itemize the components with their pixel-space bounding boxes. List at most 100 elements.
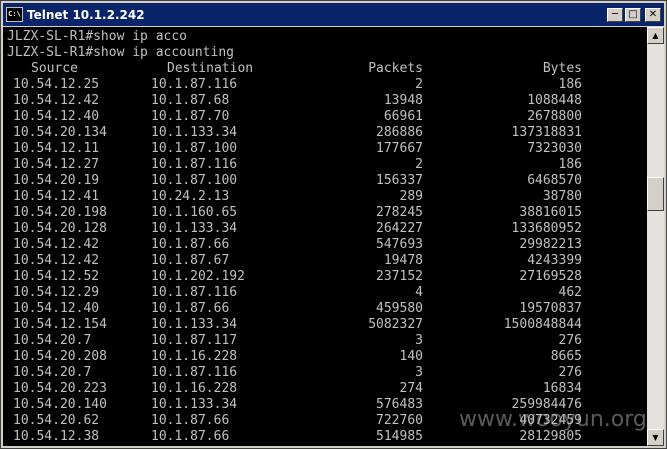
packets-cell: 547693 xyxy=(376,237,423,252)
source-cell: 10.54.20.19 xyxy=(13,173,100,188)
bytes-cell: 2678800 xyxy=(527,109,582,124)
destination-cell: 10.1.87.116 xyxy=(151,285,238,300)
bytes-cell: 8665 xyxy=(550,349,582,364)
source-cell: 10.54.20.7 xyxy=(13,333,92,348)
destination-cell: 10.1.160.65 xyxy=(151,205,238,220)
bytes-cell: 7323030 xyxy=(527,141,582,156)
bytes-cell: 1088448 xyxy=(527,93,582,108)
bytes-cell: 276 xyxy=(558,365,582,380)
packets-cell: 459580 xyxy=(376,301,423,316)
packets-cell: 237152 xyxy=(376,269,423,284)
bytes-cell: 29982213 xyxy=(519,237,582,252)
table-row: 10.54.20.19 10.1.87.100 156337 6468570 xyxy=(7,173,637,189)
source-cell: 10.54.12.38 xyxy=(13,429,100,444)
bytes-cell: 1500848844 xyxy=(503,317,582,332)
packets-cell: 274 xyxy=(399,381,423,396)
window-title: Telnet 10.1.2.242 xyxy=(27,7,145,22)
scroll-down-button[interactable]: ▼ xyxy=(647,429,664,446)
source-cell: 10.54.20.7 xyxy=(13,365,92,380)
console-output[interactable]: JLZX-SL-R1#show ip acco JLZX-SL-R1#show … xyxy=(3,27,647,446)
maximize-button[interactable]: □ xyxy=(625,7,641,22)
destination-cell: 10.1.87.116 xyxy=(151,365,238,380)
table-row: 10.54.20.208 10.1.16.228 140 8665 xyxy=(7,349,637,365)
scroll-down-icon: ▼ xyxy=(652,433,659,442)
watermark: www.wooyun.org xyxy=(459,407,647,432)
destination-cell: 10.1.202.192 xyxy=(151,269,245,284)
source-cell: 10.54.20.128 xyxy=(13,221,107,236)
title-bar[interactable]: C:\ Telnet 10.1.2.242 ─ □ ✕ xyxy=(3,3,664,26)
source-cell: 10.54.12.52 xyxy=(13,269,100,284)
close-button[interactable]: ✕ xyxy=(645,7,661,22)
source-cell: 10.54.12.42 xyxy=(13,237,100,252)
packets-cell: 264227 xyxy=(376,221,423,236)
destination-cell: 10.1.87.116 xyxy=(151,157,238,172)
source-cell: 10.54.20.208 xyxy=(13,349,107,364)
destination-cell: 10.1.87.66 xyxy=(151,301,230,316)
bytes-cell: 133680952 xyxy=(511,221,582,236)
minimize-button[interactable]: ─ xyxy=(607,7,623,22)
destination-cell: 10.1.87.117 xyxy=(151,333,238,348)
packets-cell: 722760 xyxy=(376,413,423,428)
bytes-cell: 38816015 xyxy=(519,205,582,220)
vertical-scrollbar[interactable]: ▲ ▼ xyxy=(647,27,664,446)
destination-cell: 10.1.133.34 xyxy=(151,317,238,332)
packets-cell: 140 xyxy=(399,349,423,364)
packets-cell: 3 xyxy=(415,333,423,348)
telnet-window: C:\ Telnet 10.1.2.242 ─ □ ✕ JLZX-SL-R1#s… xyxy=(0,0,667,449)
table-row: 10.54.12.29 10.1.87.116 4 462 xyxy=(7,285,637,301)
command-line: JLZX-SL-R1#show ip acco xyxy=(7,29,188,44)
command-line: JLZX-SL-R1#show ip accounting xyxy=(7,45,234,60)
source-header: Source xyxy=(31,61,78,76)
packets-cell: 177667 xyxy=(376,141,423,156)
packets-cell: 286886 xyxy=(376,125,423,140)
packets-cell: 3 xyxy=(415,365,423,380)
packets-cell: 289 xyxy=(399,189,423,204)
packets-cell: 576483 xyxy=(376,397,423,412)
table-row: 10.54.20.128 10.1.133.34 264227 133680952 xyxy=(7,221,637,237)
scroll-up-button[interactable]: ▲ xyxy=(647,27,664,44)
destination-header: Destination xyxy=(167,61,254,76)
minimize-icon: ─ xyxy=(611,8,619,20)
table-row: 10.54.20.7 10.1.87.116 3 276 xyxy=(7,365,637,381)
destination-cell: 10.1.133.34 xyxy=(151,397,238,412)
table-row: 10.54.12.41 10.24.2.13 289 38780 xyxy=(7,189,637,205)
destination-cell: 10.1.133.34 xyxy=(151,125,238,140)
source-cell: 10.54.12.40 xyxy=(13,109,100,124)
destination-cell: 10.1.87.66 xyxy=(151,413,230,428)
destination-cell: 10.1.87.66 xyxy=(151,237,230,252)
table-row: 10.54.12.42 10.1.87.67 19478 4243399 xyxy=(7,253,637,269)
source-cell: 10.54.20.223 xyxy=(13,381,107,396)
destination-cell: 10.1.133.34 xyxy=(151,221,238,236)
close-icon: ✕ xyxy=(648,8,658,20)
column-header-row: Source Destination Packets Bytes xyxy=(7,61,637,77)
source-cell: 10.54.12.154 xyxy=(13,317,107,332)
table-row: 10.54.12.154 10.1.133.34 5082327 1500848844 xyxy=(7,317,637,333)
source-cell: 10.54.12.42 xyxy=(13,93,100,108)
source-cell: 10.54.12.40 xyxy=(13,301,100,316)
packets-cell: 13948 xyxy=(383,93,423,108)
destination-cell: 10.1.16.228 xyxy=(151,349,238,364)
packets-cell: 19478 xyxy=(383,253,423,268)
source-cell: 10.54.20.198 xyxy=(13,205,107,220)
source-cell: 10.54.12.42 xyxy=(13,253,100,268)
console-app-icon: C:\ xyxy=(6,7,23,22)
bytes-cell: 6468570 xyxy=(527,173,582,188)
scroll-thumb[interactable] xyxy=(647,177,664,211)
packets-cell: 2 xyxy=(415,77,423,92)
source-cell: 10.54.20.134 xyxy=(13,125,107,140)
bytes-cell: 16834 xyxy=(542,381,582,396)
source-cell: 10.54.12.41 xyxy=(13,189,100,204)
destination-cell: 10.1.87.67 xyxy=(151,253,230,268)
table-row: 10.54.12.42 10.1.87.68 13948 1088448 xyxy=(7,93,637,109)
maximize-icon: □ xyxy=(628,8,638,20)
table-row: 10.54.12.40 10.1.87.66 459580 19570837 xyxy=(7,301,637,317)
bytes-cell: 462 xyxy=(558,285,582,300)
destination-cell: 10.1.87.100 xyxy=(151,141,238,156)
bytes-cell: 19570837 xyxy=(519,301,582,316)
table-row: 10.54.12.11 10.1.87.100 177667 7323030 xyxy=(7,141,637,157)
scroll-up-icon: ▲ xyxy=(652,31,659,40)
bytes-header: Bytes xyxy=(542,61,582,76)
bytes-cell: 276 xyxy=(558,333,582,348)
table-row: 10.54.12.25 10.1.87.116 2 186 xyxy=(7,77,637,93)
table-row: 10.54.12.42 10.1.87.66 547693 29982213 xyxy=(7,237,637,253)
